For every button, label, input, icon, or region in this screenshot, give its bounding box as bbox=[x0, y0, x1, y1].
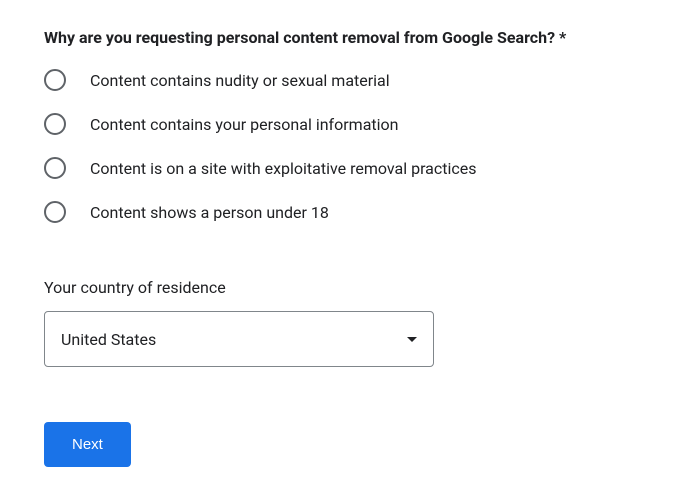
country-dropdown[interactable]: United States bbox=[44, 311, 434, 367]
radio-option-exploitative[interactable]: Content is on a site with exploitative r… bbox=[44, 157, 651, 179]
radio-icon bbox=[44, 69, 66, 91]
radio-label: Content contains your personal informati… bbox=[90, 115, 398, 134]
radio-label: Content contains nudity or sexual materi… bbox=[90, 71, 390, 90]
radio-label: Content is on a site with exploitative r… bbox=[90, 159, 477, 178]
radio-icon bbox=[44, 201, 66, 223]
radio-option-personal-info[interactable]: Content contains your personal informati… bbox=[44, 113, 651, 135]
next-button[interactable]: Next bbox=[44, 422, 131, 467]
radio-icon bbox=[44, 157, 66, 179]
dropdown-value: United States bbox=[61, 330, 156, 349]
radio-option-under-18[interactable]: Content shows a person under 18 bbox=[44, 201, 651, 223]
chevron-down-icon bbox=[407, 337, 417, 342]
country-label: Your country of residence bbox=[44, 278, 651, 297]
radio-group: Content contains nudity or sexual materi… bbox=[44, 69, 651, 223]
radio-icon bbox=[44, 113, 66, 135]
question-label: Why are you requesting personal content … bbox=[44, 28, 651, 47]
country-section: Your country of residence United States bbox=[44, 278, 651, 367]
radio-option-nudity[interactable]: Content contains nudity or sexual materi… bbox=[44, 69, 651, 91]
radio-label: Content shows a person under 18 bbox=[90, 203, 329, 222]
